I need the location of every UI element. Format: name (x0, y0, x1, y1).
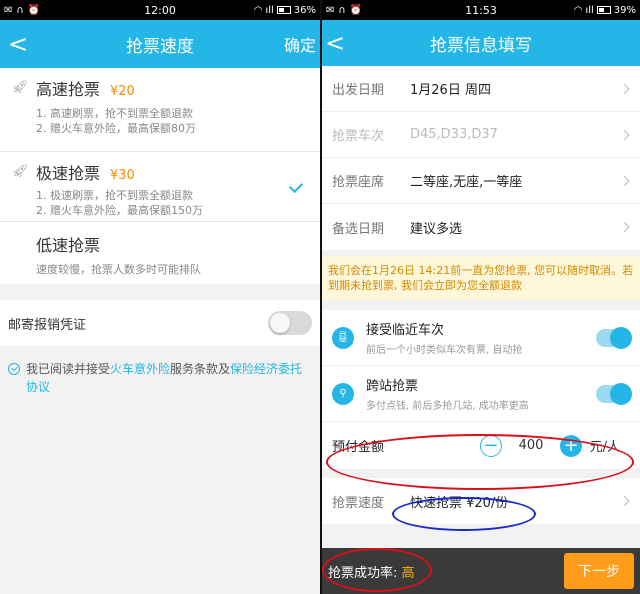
speed-value: 快速抢票 ¥20/份 (410, 495, 509, 511)
agreement: 我已阅读并接受火车意外险服务条款及保险经济委托协议 (0, 346, 320, 410)
divider (0, 284, 320, 300)
success-rate: 抢票成功率: 高 (328, 562, 415, 581)
option-desc-2: 2. 赠火车意外险，最高保额150万 (36, 204, 203, 217)
mail-receipt-toggle[interactable] (268, 311, 312, 335)
minus-button[interactable]: − (480, 434, 502, 457)
option-subtitle: 多付点钱, 前后多抢几站, 成功率更高 (366, 401, 529, 412)
option-desc-1: 速度较慢，抢票人数多时可能排队 (36, 263, 201, 276)
page-title: 抢票速度 (126, 36, 194, 57)
agreement-middle: 服务条款及 (170, 362, 231, 376)
refund-notice: 我们会在1月26日 14:21前一直为您抢票, 您可以随时取消。若到期未抢到票,… (322, 256, 640, 300)
right-screen: ✉ ∩ ⏰ 11:53 ◠ ıll 39% < 抢票信息填写 出发日期 1月26日 周四… (320, 0, 640, 594)
back-icon[interactable]: < (0, 30, 36, 58)
departure-date-row[interactable]: 出发日期 1月26日 周四 (322, 66, 640, 112)
row-value: 1月26日 周四 (410, 83, 491, 98)
confirm-button[interactable]: 确定 (284, 32, 316, 56)
back-icon[interactable]: < (322, 29, 348, 57)
nearby-train-toggle[interactable] (596, 326, 632, 349)
nearby-train-option: 🚆︎ 接受临近车次 前后一个小时类似车次有票, 自动抢 (322, 310, 640, 366)
option-text: 接受临近车次 前后一个小时类似车次有票, 自动抢 (366, 319, 522, 356)
agreement-prefix: 我已阅读并接受 (26, 362, 111, 376)
cross-station-option: ⚲ 跨站抢票 多付点钱, 前后多抢几站, 成功率更高 (322, 366, 640, 422)
option-text: 跨站抢票 多付点钱, 前后多抢几站, 成功率更高 (366, 375, 529, 412)
prepay-amount: 400 (518, 438, 544, 453)
row-value: 二等座,无座,一等座 (410, 175, 523, 190)
row-label: 出发日期 (332, 83, 385, 98)
rocket-icon: 🚀︎ (12, 80, 29, 95)
option-desc-2: 2. 赠火车意外险，最高保额80万 (36, 122, 196, 135)
option-name: 极速抢票 (36, 164, 101, 183)
option-price: ¥30 (110, 168, 135, 183)
option-desc-1: 1. 高速刷票，抢不到票全额退款 (36, 107, 193, 120)
row-label: 备选日期 (332, 221, 385, 237)
prepay-row: 预付金额 − 400 + 元/人 (322, 422, 640, 470)
success-rate-label: 抢票成功率: (328, 565, 402, 581)
option-name: 高速抢票 (36, 80, 101, 99)
status-bar: ✉ ∩ ⏰ 12:00 ◠ ıll 36% (0, 0, 320, 20)
plus-button[interactable]: + (560, 434, 582, 457)
row-value: D45,D33,D37 (410, 127, 498, 142)
battery-icon (276, 6, 291, 14)
chevron-right-icon (619, 222, 630, 232)
chevron-right-icon (619, 129, 630, 140)
speed-option-low[interactable]: 低速抢票 速度较慢，抢票人数多时可能排队 (0, 222, 320, 284)
chevron-right-icon (619, 175, 630, 186)
chevron-right-icon (619, 83, 630, 94)
prepay-label: 预付金额 (332, 440, 385, 455)
ticket-form: 出发日期 1月26日 周四 抢票车次 D45,D33,D37 抢票座席 二等座,… (322, 66, 640, 250)
cross-station-toggle[interactable] (596, 382, 632, 405)
row-label: 抢票车次 (332, 129, 385, 144)
row-value: 建议多选 (410, 221, 463, 237)
speed-option-list: 🚀︎ 高速抢票 ¥20 1. 高速刷票，抢不到票全额退款 2. 赠火车意外险，最高… (0, 68, 320, 284)
status-time: 11:53 (465, 3, 497, 17)
status-bar: ✉ ∩ ⏰ 11:53 ◠ ıll 39% (322, 0, 640, 20)
next-step-button[interactable]: 下一步 (564, 553, 634, 589)
speed-label: 抢票速度 (332, 495, 385, 511)
alternate-date-row[interactable]: 备选日期 建议多选 (322, 204, 640, 250)
left-screen: ✉ ∩ ⏰ 12:00 ◠ ıll 36% < 抢票速度 确定 🚀︎ 高速抢票 ¥20 1… (0, 0, 320, 594)
row-label: 抢票座席 (332, 175, 385, 190)
option-name: 低速抢票 (36, 236, 101, 255)
train-icon: 🚆︎ (332, 326, 354, 349)
agree-checkbox[interactable] (8, 363, 20, 375)
agreement-text: 我已阅读并接受火车意外险服务条款及保险经济委托协议 (26, 360, 312, 396)
option-title: 接受临近车次 (366, 323, 445, 338)
title-bar: < 抢票信息填写 (322, 20, 640, 66)
prepay-unit: 元/人 (589, 440, 620, 455)
grab-speed-row[interactable]: 抢票速度 快速抢票 ¥20/份 (322, 478, 640, 524)
option-desc-1: 1. 极速刷票，抢不到票全额退款 (36, 189, 193, 202)
page-title: 抢票信息填写 (430, 35, 532, 56)
seat-class-row[interactable]: 抢票座席 二等座,无座,一等座 (322, 158, 640, 204)
option-subtitle: 前后一个小时类似车次有票, 自动抢 (366, 345, 523, 356)
rocket-icon: 🚀︎ (12, 164, 29, 179)
divider (322, 300, 640, 310)
bottom-bar: 抢票成功率: 高 下一步 (322, 548, 640, 594)
insurance-link[interactable]: 火车意外险 (110, 362, 170, 376)
chevron-right-icon (619, 496, 630, 506)
option-title: 跨站抢票 (366, 379, 419, 394)
title-bar: < 抢票速度 确定 (0, 20, 320, 68)
prepay-stepper: − 400 + (480, 434, 582, 457)
option-price: ¥20 (110, 84, 135, 99)
status-time: 12:00 (144, 3, 176, 17)
speed-option-extreme[interactable]: 🚀︎ 极速抢票 ¥30 1. 极速刷票，抢不到票全额退款 2. 赠火车意外险，最高… (0, 152, 320, 222)
location-pin-icon: ⚲ (332, 382, 354, 405)
battery-icon (596, 6, 611, 14)
mail-receipt-label: 邮寄报销凭证 (8, 317, 87, 333)
success-rate-value: 高 (401, 565, 415, 581)
train-number-row: 抢票车次 D45,D33,D37 (322, 112, 640, 158)
mail-receipt-row: 邮寄报销凭证 (0, 300, 320, 346)
speed-option-high[interactable]: 🚀︎ 高速抢票 ¥20 1. 高速刷票，抢不到票全额退款 2. 赠火车意外险，最高… (0, 68, 320, 152)
